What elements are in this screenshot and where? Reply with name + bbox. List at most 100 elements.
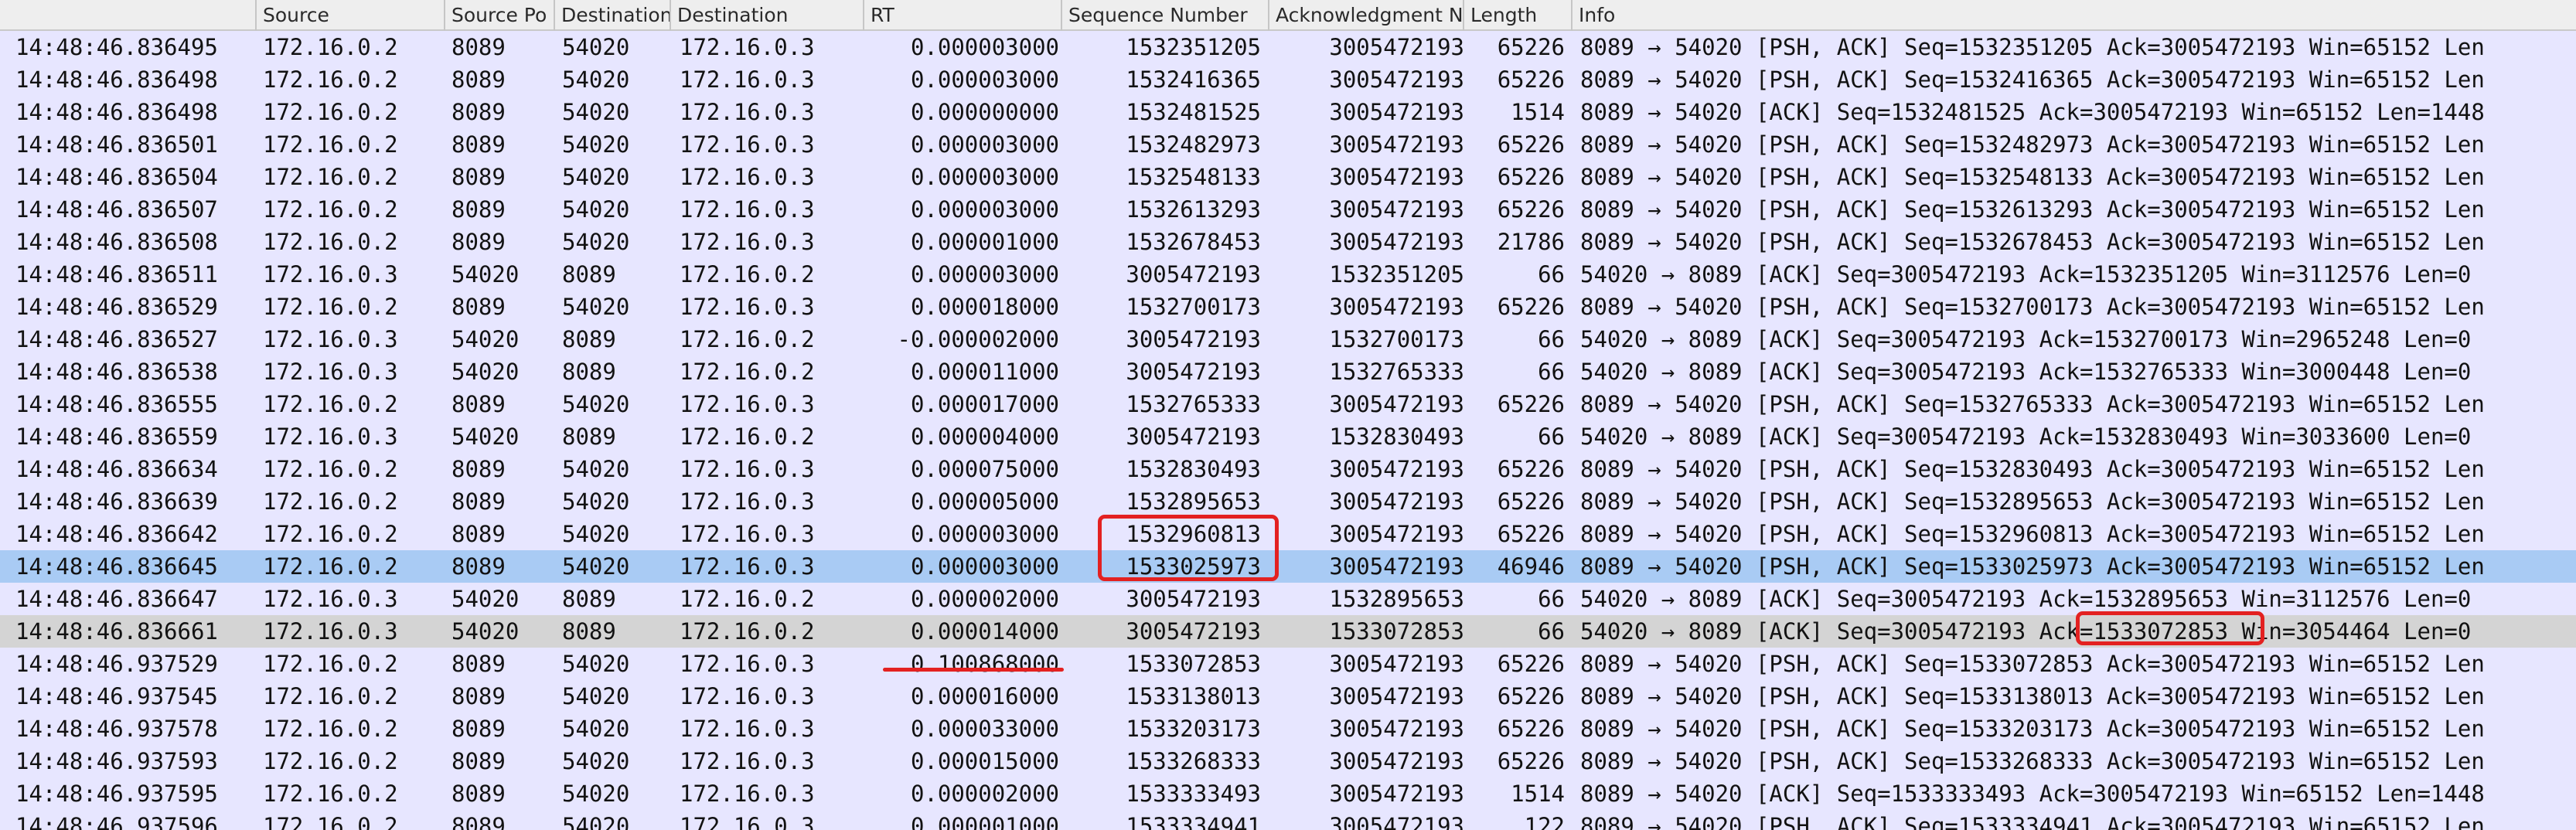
table-row[interactable]: 14:48:46.836527 172.16.0.3 54020 8089 172.16… [0,323,2576,355]
cell-source-port: 8089 [451,521,506,547]
table-row[interactable]: 14:48:46.836639 172.16.0.2 8089 54020 172.16… [0,485,2576,518]
table-row[interactable]: 14:48:46.836498 172.16.0.2 8089 54020 172.16… [0,63,2576,96]
cell-source-port: 8089 [451,813,506,830]
table-row[interactable]: 14:48:46.836645 172.16.0.2 8089 54020 172.16… [0,550,2576,583]
table-row[interactable]: 14:48:46.836538 172.16.0.3 54020 8089 172.16… [0,355,2576,388]
cell-info: 8089 → 54020 [PSH, ACK] Seq=1532482973 A… [1580,131,2485,158]
column-header-source[interactable]: Source [257,0,445,31]
cell-dest-port: 8089 [562,326,616,352]
table-row[interactable]: 14:48:46.836495 172.16.0.2 8089 54020 172.16… [0,31,2576,63]
cell-seq: 1533025973 [1126,553,1261,580]
cell-source-port: 8089 [451,99,506,125]
cell-seq: 3005472193 [1126,326,1261,352]
table-row[interactable]: 14:48:46.836498 172.16.0.2 8089 54020 172.16… [0,96,2576,128]
table-row[interactable]: 14:48:46.836507 172.16.0.2 8089 54020 172.16… [0,193,2576,226]
cell-rt: 0.000002000 [910,781,1059,807]
cell-destination: 172.16.0.3 [680,651,815,677]
cell-destination: 172.16.0.3 [680,683,815,709]
cell-seq: 1532830493 [1126,456,1261,482]
cell-source-port: 8089 [451,683,506,709]
table-row[interactable]: 14:48:46.836647 172.16.0.3 54020 8089 172.16… [0,583,2576,615]
table-row[interactable]: 14:48:46.836555 172.16.0.2 8089 54020 172.16… [0,388,2576,420]
cell-source-port: 54020 [451,424,520,450]
cell-destination: 172.16.0.3 [680,716,815,742]
cell-destination: 172.16.0.3 [680,34,815,60]
column-header-acknowledgment-number[interactable]: Acknowledgment Nu [1269,0,1464,31]
cell-ack: 3005472193 [1329,521,1464,547]
cell-source-port: 8089 [451,164,506,190]
cell-source: 172.16.0.2 [263,781,398,807]
table-row[interactable]: 14:48:46.937529 172.16.0.2 8089 54020 172.16… [0,648,2576,680]
cell-rt: 0.000003000 [910,261,1059,287]
cell-ack: 3005472193 [1329,294,1464,320]
cell-seq: 1532481525 [1126,99,1261,125]
column-header-sequence-number[interactable]: Sequence Number [1062,0,1269,31]
column-header-row: Source Source Po Destination Destination… [0,0,2576,31]
cell-destination: 172.16.0.2 [680,618,815,645]
table-row[interactable]: 14:48:46.937595 172.16.0.2 8089 54020 172.16… [0,777,2576,810]
cell-seq: 1532765333 [1126,391,1261,417]
table-row[interactable]: 14:48:46.836529 172.16.0.2 8089 54020 172.16… [0,291,2576,323]
cell-length: 21786 [1497,229,1565,255]
cell-dest-port: 54020 [562,651,630,677]
cell-ack: 3005472193 [1329,99,1464,125]
table-row[interactable]: 14:48:46.836504 172.16.0.2 8089 54020 172.16… [0,161,2576,193]
column-header-rt[interactable]: RT [864,0,1062,31]
cell-ack: 3005472193 [1329,716,1464,742]
cell-rt: 0.000003000 [910,521,1059,547]
column-header-source-port[interactable]: Source Po [445,0,555,31]
cell-destination: 172.16.0.3 [680,66,815,93]
column-header-time[interactable] [0,0,257,31]
table-row[interactable]: 14:48:46.937593 172.16.0.2 8089 54020 172.16… [0,745,2576,777]
cell-dest-port: 8089 [562,586,616,612]
cell-ack: 3005472193 [1329,553,1464,580]
table-row[interactable]: 14:48:46.836559 172.16.0.3 54020 8089 172.16… [0,420,2576,453]
cell-time: 14:48:46.836498 [15,66,218,93]
table-row[interactable]: 14:48:46.836511 172.16.0.3 54020 8089 172.16… [0,258,2576,291]
cell-seq: 1532548133 [1126,164,1261,190]
cell-destination: 172.16.0.3 [680,748,815,774]
column-header-length[interactable]: Length [1464,0,1573,31]
cell-destination: 172.16.0.3 [680,488,815,515]
cell-length: 1514 [1511,781,1565,807]
cell-source: 172.16.0.2 [263,553,398,580]
column-header-info[interactable]: Info [1573,0,2576,31]
cell-ack: 3005472193 [1329,34,1464,60]
cell-info: 8089 → 54020 [PSH, ACK] Seq=1533138013 A… [1580,683,2485,709]
table-row[interactable]: 14:48:46.836661 172.16.0.3 54020 8089 172.16… [0,615,2576,648]
table-row[interactable]: 14:48:46.937596 172.16.0.2 8089 54020 172.16… [0,810,2576,830]
table-row[interactable]: 14:48:46.937545 172.16.0.2 8089 54020 172.16… [0,680,2576,713]
column-header-destination-port[interactable]: Destination [555,0,671,31]
cell-dest-port: 54020 [562,553,630,580]
cell-length: 65226 [1497,164,1565,190]
cell-rt: 0.000015000 [910,748,1059,774]
column-header-destination[interactable]: Destination [671,0,864,31]
cell-source: 172.16.0.3 [263,326,398,352]
cell-ack: 3005472193 [1329,131,1464,158]
table-row[interactable]: 14:48:46.836634 172.16.0.2 8089 54020 172.16… [0,453,2576,485]
cell-info: 8089 → 54020 [PSH, ACK] Seq=1532830493 A… [1580,456,2485,482]
cell-rt: 0.000011000 [910,359,1059,385]
cell-rt: 0.000017000 [910,391,1059,417]
cell-length: 65226 [1497,456,1565,482]
cell-ack: 3005472193 [1329,488,1464,515]
cell-source: 172.16.0.2 [263,131,398,158]
cell-destination: 172.16.0.3 [680,196,815,223]
cell-ack: 1532351205 [1329,261,1464,287]
table-row[interactable]: 14:48:46.836642 172.16.0.2 8089 54020 172.16… [0,518,2576,550]
cell-dest-port: 8089 [562,359,616,385]
cell-dest-port: 54020 [562,456,630,482]
cell-ack: 1532765333 [1329,359,1464,385]
cell-info: 54020 → 8089 [ACK] Seq=3005472193 Ack=15… [1580,586,2472,612]
table-row[interactable]: 14:48:46.836501 172.16.0.2 8089 54020 172.16… [0,128,2576,161]
table-row[interactable]: 14:48:46.836508 172.16.0.2 8089 54020 172.16… [0,226,2576,258]
cell-time: 14:48:46.836645 [15,553,218,580]
cell-dest-port: 54020 [562,716,630,742]
table-row[interactable]: 14:48:46.937578 172.16.0.2 8089 54020 172.16… [0,713,2576,745]
cell-dest-port: 54020 [562,683,630,709]
cell-length: 65226 [1497,683,1565,709]
cell-rt: 0.000001000 [910,813,1059,830]
cell-source: 172.16.0.2 [263,391,398,417]
cell-source: 172.16.0.2 [263,66,398,93]
cell-source: 172.16.0.3 [263,424,398,450]
